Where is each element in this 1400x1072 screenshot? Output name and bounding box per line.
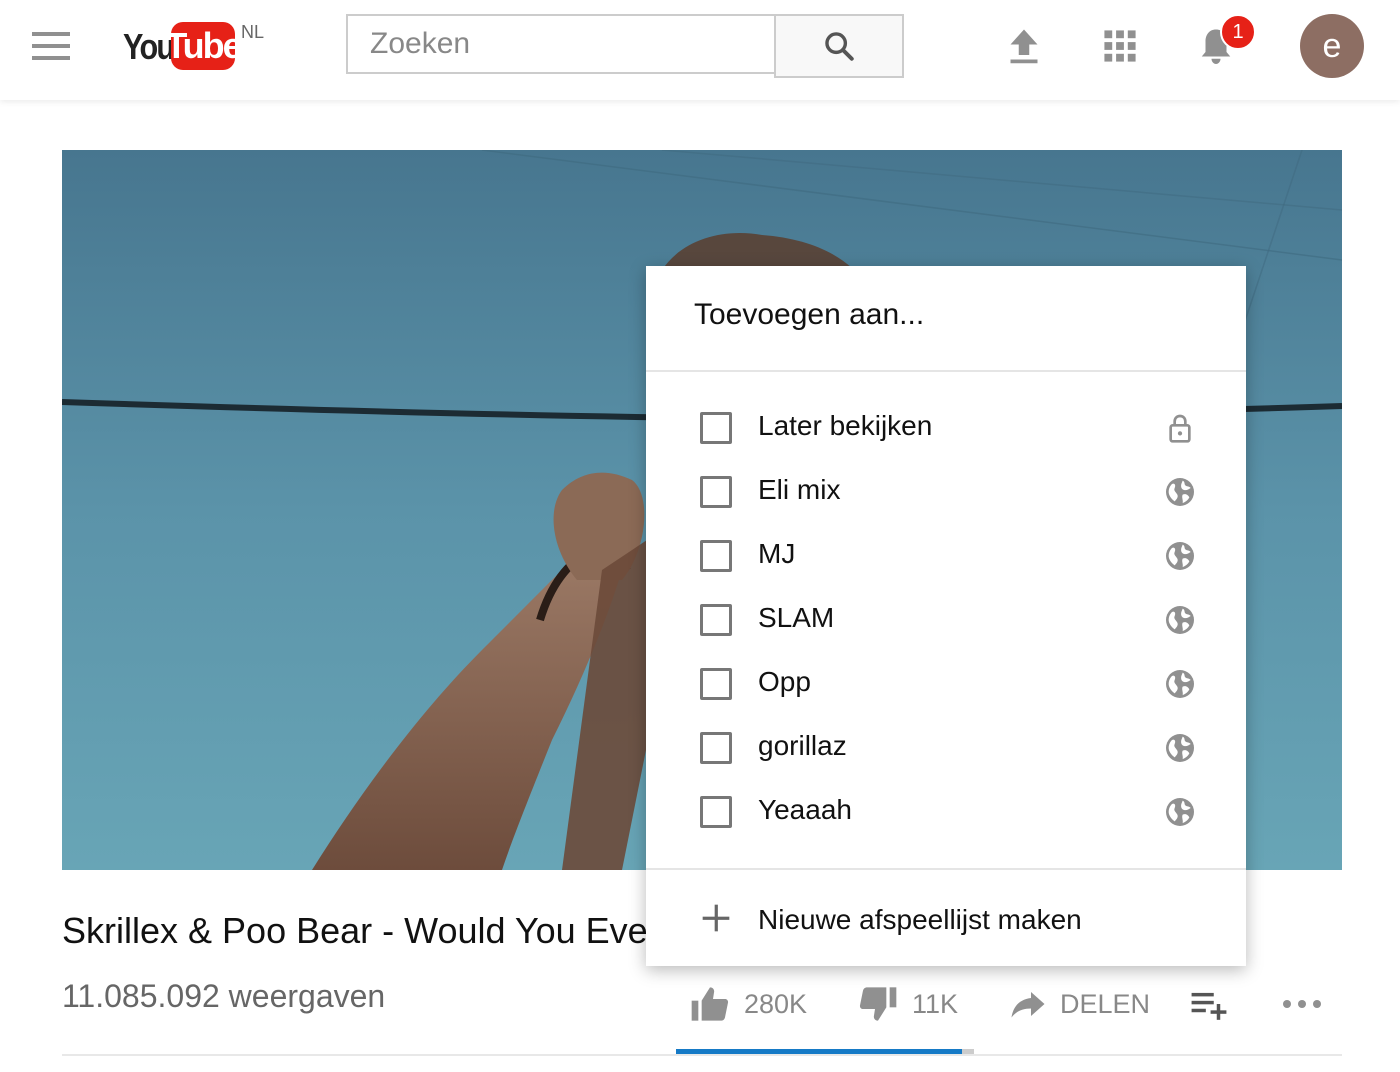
create-new-playlist-button[interactable]: Nieuwe afspeellijst maken [646, 870, 1246, 966]
dialog-title: Toevoegen aan... [694, 298, 925, 331]
globe-icon [1164, 732, 1196, 764]
playlist-row[interactable]: MJ [646, 524, 1246, 588]
region-label: NL [241, 22, 265, 42]
upload-button[interactable] [1002, 24, 1046, 68]
info-divider [62, 1054, 1342, 1056]
playlist-row[interactable]: Eli mix [646, 460, 1246, 524]
guide-menu-icon[interactable] [32, 32, 70, 60]
view-count: 11.085.092 weergaven [62, 978, 386, 1014]
account-avatar[interactable]: e [1300, 14, 1364, 78]
search-input[interactable]: Zoeken [346, 14, 774, 74]
playlist-row[interactable]: SLAM [646, 588, 1246, 652]
playlist-checkbox[interactable] [700, 668, 732, 700]
logo-tube-text: Tube [165, 22, 243, 70]
more-horizontal-icon [1283, 1000, 1321, 1008]
globe-icon [1164, 796, 1196, 828]
youtube-logo[interactable]: You Tube NL [123, 22, 264, 72]
create-new-playlist-label: Nieuwe afspeellijst maken [758, 904, 1082, 935]
playlist-name: Yeaaah [758, 794, 852, 825]
playlist-checkbox[interactable] [700, 796, 732, 828]
playlist-row[interactable]: Yeaaah [646, 780, 1246, 844]
playlist-name: Opp [758, 666, 811, 697]
playlist-checkbox[interactable] [700, 604, 732, 636]
dislike-count: 11K [912, 988, 959, 1019]
playlist-checkbox[interactable] [700, 476, 732, 508]
search-button[interactable] [774, 14, 904, 78]
add-to-playlist-button[interactable] [1190, 980, 1228, 1028]
plus-icon [702, 904, 730, 932]
playlist-checkbox[interactable] [700, 732, 732, 764]
playlist-add-icon [1191, 992, 1227, 1020]
share-arrow-icon [1011, 992, 1045, 1018]
dislike-button[interactable]: 11K [858, 980, 958, 1028]
globe-icon [1164, 476, 1196, 508]
playlist-row[interactable]: gorillaz [646, 716, 1246, 780]
playlist-row[interactable]: Later bekijken [646, 396, 1246, 460]
like-count: 280K [744, 988, 808, 1019]
upload-icon [1010, 29, 1038, 64]
globe-icon [1164, 604, 1196, 636]
like-button[interactable]: 280K [690, 980, 807, 1028]
add-to-playlist-dialog: Toevoegen aan... Later bekijken Eli mix MJ… [646, 266, 1246, 966]
playlist-name: Later bekijken [758, 410, 933, 441]
share-button[interactable]: DELEN [1010, 980, 1150, 1028]
apps-button[interactable] [1098, 24, 1142, 68]
globe-icon [1164, 540, 1196, 572]
lock-icon [1164, 412, 1196, 444]
playlist-checkbox[interactable] [700, 412, 732, 444]
search-icon [825, 32, 854, 61]
thumbs-up-icon [691, 987, 729, 1021]
notification-count-badge: 1 [1220, 14, 1256, 50]
thumbs-down-icon [859, 987, 897, 1021]
globe-icon [1164, 668, 1196, 700]
dialog-top-divider [646, 370, 1246, 372]
video-title: Skrillex & Poo Bear - Would You Ever [62, 910, 660, 951]
playlist-checkbox[interactable] [700, 540, 732, 572]
share-label: DELEN [1060, 988, 1151, 1019]
playlist-name: Eli mix [758, 474, 841, 505]
playlist-name: gorillaz [758, 730, 847, 761]
masthead: You Tube NL Zoeken 1 e [0, 0, 1400, 100]
playlist-name: MJ [758, 538, 796, 569]
more-actions-button[interactable] [1282, 980, 1322, 1028]
apps-grid-icon [1104, 30, 1136, 62]
playlist-row[interactable]: Opp [646, 652, 1246, 716]
playlist-name: SLAM [758, 602, 835, 633]
